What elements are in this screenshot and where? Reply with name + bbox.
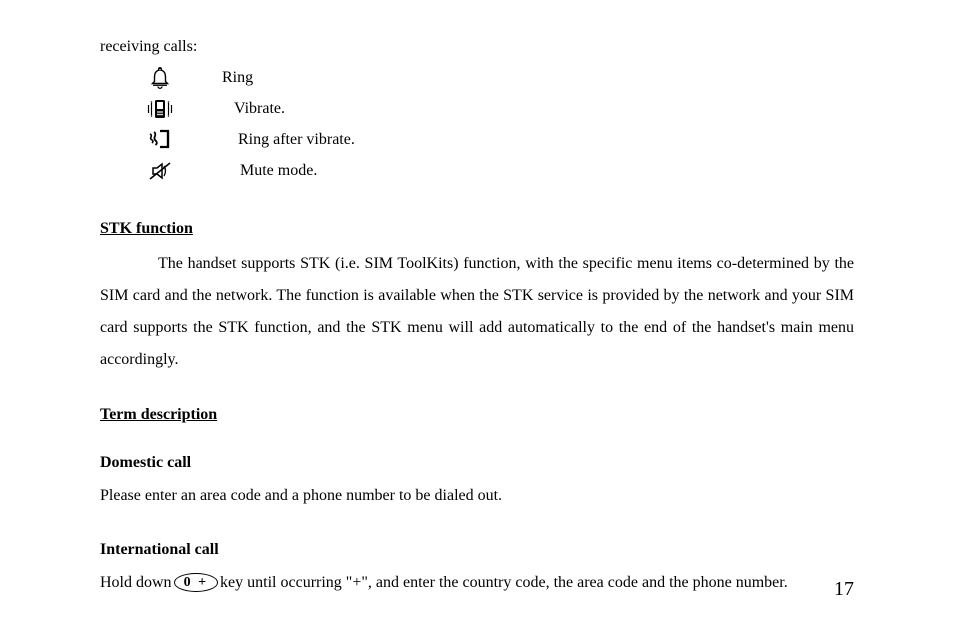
international-call-heading: International call xyxy=(100,541,854,559)
ring-mode-item: Ring after vibrate. xyxy=(100,124,854,155)
stk-text-content: The handset supports STK (i.e. SIM ToolK… xyxy=(100,255,854,368)
ring-mode-item: Vibrate. xyxy=(100,93,854,124)
stk-function-text: The handset supports STK (i.e. SIM ToolK… xyxy=(100,248,854,376)
bell-icon xyxy=(100,67,220,89)
zero-plus-key-icon: 0 + xyxy=(174,573,218,592)
stk-function-heading: STK function xyxy=(100,220,854,238)
vibrate-label: Vibrate. xyxy=(220,100,285,118)
ring-after-vibrate-label: Ring after vibrate. xyxy=(220,131,355,149)
term-description-heading: Term description xyxy=(100,406,854,424)
intl-prefix: Hold down xyxy=(100,569,172,598)
mute-label: Mute mode. xyxy=(220,162,317,180)
ring-mode-item: Ring xyxy=(100,62,854,93)
ring-mode-list: Ring xyxy=(100,62,854,186)
page-number: 17 xyxy=(834,578,854,601)
international-call-text: Hold down 0 + key until occurring "+", a… xyxy=(100,569,854,598)
intl-suffix: key until occurring "+", and enter the c… xyxy=(220,569,788,598)
vibrate-icon xyxy=(100,98,220,120)
ring-mode-item: Mute mode. xyxy=(100,155,854,186)
ring-label: Ring xyxy=(220,69,253,87)
document-page: receiving calls: Ring xyxy=(0,0,954,598)
domestic-call-heading: Domestic call xyxy=(100,454,854,472)
receiving-calls-intro: receiving calls: xyxy=(100,38,854,56)
mute-icon xyxy=(100,160,220,182)
ring-after-vibrate-icon xyxy=(100,129,220,151)
domestic-call-text: Please enter an area code and a phone nu… xyxy=(100,482,854,511)
